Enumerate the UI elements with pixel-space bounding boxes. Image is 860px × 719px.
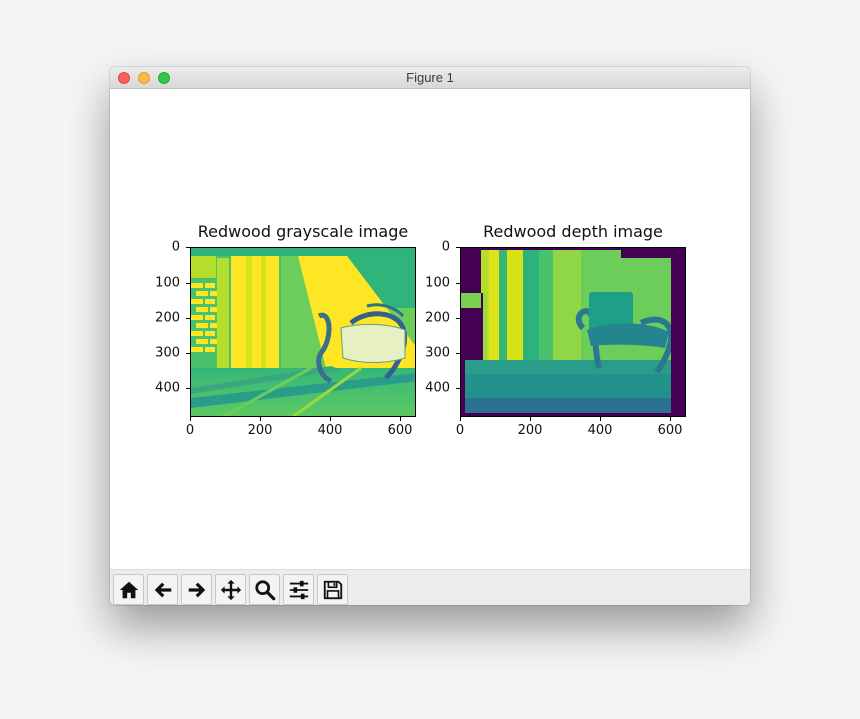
left-axes-title: Redwood grayscale image [197,222,409,241]
left-y-tick-label: 200 [155,310,180,326]
tick-mark [456,318,460,319]
tick-mark [186,318,190,319]
pan-button[interactable] [215,574,246,605]
tick-mark [186,388,190,389]
figure-window: Figure 1 Redwood grayscale image 0 100 2… [110,67,750,605]
right-y-tick-label: 100 [425,275,450,291]
tick-mark [600,417,601,421]
tick-mark [456,247,460,248]
right-y-tick-label: 400 [425,380,450,396]
right-x-tick-label: 400 [587,423,613,438]
tick-mark [186,283,190,284]
left-x-tick-label: 400 [317,423,343,438]
tick-mark [460,417,461,421]
magnifier-icon [254,579,275,600]
right-x-tick-label: 600 [657,423,683,438]
left-y-tick-label: 100 [155,275,180,291]
save-button[interactable] [317,574,348,605]
home-icon [119,581,138,598]
tick-mark [456,283,460,284]
left-x-tick-label: 200 [247,423,273,438]
title-bar[interactable]: Figure 1 [110,67,750,89]
right-y-tick-label: 300 [425,345,450,361]
home-button[interactable] [113,574,144,605]
tick-mark [260,417,261,421]
left-y-tick-label: 300 [155,345,180,361]
left-x-tick-label: 600 [387,423,413,438]
right-y-tick-label: 0 [441,239,450,255]
right-x-tick-label: 200 [517,423,543,438]
zoom-button[interactable] [249,574,280,605]
window-title: Figure 1 [406,70,454,85]
left-x-tick-label: 0 [185,423,195,438]
tick-mark [670,417,671,421]
right-y-tick-label: 200 [425,310,450,326]
forward-button[interactable] [181,574,212,605]
tick-mark [190,417,191,421]
move-icon [220,579,241,600]
grayscale-image [191,248,415,416]
configure-subplots-button[interactable] [283,574,314,605]
right-axes-title: Redwood depth image [483,222,663,241]
tick-mark [530,417,531,421]
back-button[interactable] [147,574,178,605]
tick-mark [330,417,331,421]
left-y-tick-label: 400 [155,380,180,396]
left-axes-image [190,247,416,417]
arrow-left-icon [154,582,171,597]
right-axes-image [460,247,686,417]
navigation-toolbar [110,569,750,605]
sliders-icon [289,580,308,599]
tick-mark [186,353,190,354]
depth-image [461,248,685,416]
tick-mark [186,247,190,248]
figure-canvas[interactable]: Redwood grayscale image 0 100 200 300 40… [110,89,750,569]
left-y-tick-label: 0 [171,239,180,255]
floppy-disk-icon [323,580,342,599]
right-x-tick-label: 0 [455,423,465,438]
tick-mark [456,353,460,354]
tick-mark [400,417,401,421]
tick-mark [456,388,460,389]
arrow-right-icon [188,582,205,597]
